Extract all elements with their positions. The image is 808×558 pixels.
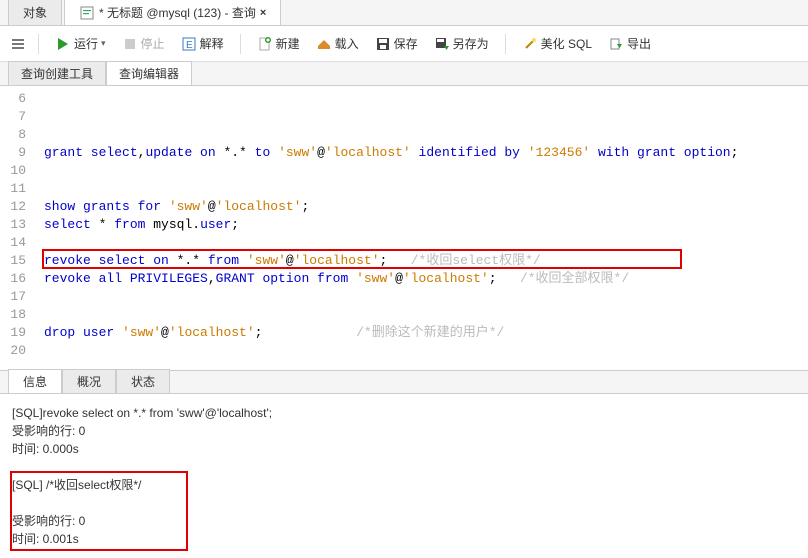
line-number: 11 [0, 180, 26, 198]
load-icon [316, 36, 332, 52]
stop-icon [122, 36, 138, 52]
code-line: show grants for 'sww'@'localhost'; [44, 198, 808, 216]
separator [38, 34, 39, 54]
code-line [44, 342, 808, 360]
run-button[interactable]: 运行 ▾ [51, 33, 110, 54]
sql-editor[interactable]: 67891011121314151617181920 grant select,… [0, 86, 808, 364]
line-number: 14 [0, 234, 26, 252]
line-number: 18 [0, 306, 26, 324]
saveas-icon [434, 36, 450, 52]
code-line [44, 234, 808, 252]
save-label: 保存 [394, 35, 418, 52]
code-line [44, 180, 808, 198]
code-line: select * from mysql.user; [44, 216, 808, 234]
explain-label: 解释 [200, 35, 224, 52]
line-number: 19 [0, 324, 26, 342]
toolbar: 运行 ▾ 停止 E 解释 新建 载入 保存 另存为 美化 SQL 导出 [0, 26, 808, 62]
code-line [44, 288, 808, 306]
code-area[interactable]: grant select,update on *.* to 'sww'@'loc… [36, 90, 808, 360]
message-line: 受影响的行: 0 [12, 422, 796, 440]
wand-icon [522, 36, 538, 52]
close-icon[interactable]: × [260, 7, 266, 19]
line-number: 17 [0, 288, 26, 306]
message-line: 时间: 0.000s [12, 440, 796, 458]
line-number: 6 [0, 90, 26, 108]
stop-button[interactable]: 停止 [118, 33, 169, 54]
tab-objects[interactable]: 对象 [8, 0, 62, 25]
export-button[interactable]: 导出 [604, 33, 655, 54]
stop-label: 停止 [141, 35, 165, 52]
line-number: 13 [0, 216, 26, 234]
document-tabs: 对象 * 无标题 @mysql (123) - 查询 × [0, 0, 808, 26]
line-number: 15 [0, 252, 26, 270]
line-number: 9 [0, 144, 26, 162]
save-button[interactable]: 保存 [371, 33, 422, 54]
code-line: revoke all PRIVILEGES,GRANT option from … [44, 270, 808, 288]
save-icon [375, 36, 391, 52]
svg-text:E: E [186, 40, 193, 51]
beautify-label: 美化 SQL [541, 35, 592, 52]
tab-label: 概况 [77, 375, 101, 389]
line-number: 20 [0, 342, 26, 360]
code-line [44, 306, 808, 324]
tab-label: 对象 [23, 4, 47, 21]
result-tabs: 信息 概况 状态 [0, 370, 808, 394]
message-line: [SQL] /*收回select权限*/ [12, 476, 796, 494]
load-label: 载入 [335, 35, 359, 52]
line-number: 16 [0, 270, 26, 288]
load-button[interactable]: 载入 [312, 33, 363, 54]
line-number: 7 [0, 108, 26, 126]
line-number: 8 [0, 126, 26, 144]
dropdown-icon: ▾ [101, 38, 106, 49]
menu-icon[interactable] [10, 36, 26, 52]
line-number: 12 [0, 198, 26, 216]
messages-panel: [SQL]revoke select on *.* from 'sww'@'lo… [0, 394, 808, 558]
tab-status[interactable]: 状态 [116, 369, 170, 393]
export-label: 导出 [627, 35, 651, 52]
line-number: 10 [0, 162, 26, 180]
message-line: 受影响的行: 0 [12, 512, 796, 530]
code-line: grant select,update on *.* to 'sww'@'loc… [44, 144, 808, 162]
editor-sub-tabs: 查询创建工具 查询编辑器 [0, 62, 808, 86]
new-label: 新建 [276, 35, 300, 52]
export-icon [608, 36, 624, 52]
tab-label: 信息 [23, 375, 47, 389]
run-label: 运行 [74, 35, 98, 52]
separator [505, 34, 506, 54]
new-button[interactable]: 新建 [253, 33, 304, 54]
code-line [44, 90, 808, 108]
play-icon [55, 36, 71, 52]
tab-query-editor[interactable]: 查询编辑器 [106, 61, 192, 85]
message-line: 时间: 0.001s [12, 530, 796, 548]
code-line [44, 162, 808, 180]
saveas-button[interactable]: 另存为 [430, 33, 493, 54]
saveas-label: 另存为 [453, 35, 489, 52]
line-gutter: 67891011121314151617181920 [0, 90, 36, 360]
tab-messages[interactable]: 信息 [8, 369, 62, 393]
separator [240, 34, 241, 54]
message-line [12, 458, 796, 476]
tab-label: 查询创建工具 [21, 67, 93, 81]
tab-profile[interactable]: 概况 [62, 369, 116, 393]
tab-label: 状态 [131, 375, 155, 389]
beautify-button[interactable]: 美化 SQL [518, 33, 596, 54]
tab-label: 查询编辑器 [119, 67, 179, 81]
code-line [44, 108, 808, 126]
explain-icon: E [181, 36, 197, 52]
tab-label: * 无标题 @mysql (123) - 查询 [99, 4, 256, 21]
explain-button[interactable]: E 解释 [177, 33, 228, 54]
tab-query-builder[interactable]: 查询创建工具 [8, 61, 106, 85]
tab-query[interactable]: * 无标题 @mysql (123) - 查询 × [64, 0, 281, 25]
message-line [12, 494, 796, 512]
code-line [44, 126, 808, 144]
query-icon [79, 5, 95, 21]
code-line: drop user 'sww'@'localhost'; /*删除这个新建的用户… [44, 324, 808, 342]
message-line: [SQL]revoke select on *.* from 'sww'@'lo… [12, 404, 796, 422]
new-icon [257, 36, 273, 52]
code-line: revoke select on *.* from 'sww'@'localho… [44, 252, 808, 270]
